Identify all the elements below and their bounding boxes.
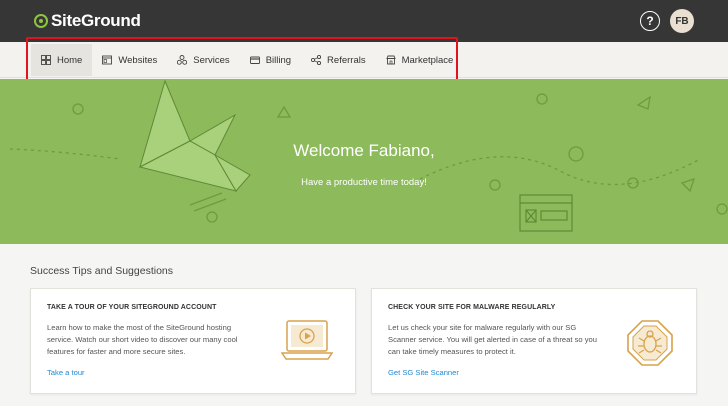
card-body: Let us check your site for malware regul…	[388, 323, 597, 356]
malware-bug-icon	[627, 320, 673, 366]
nav-label-referrals: Referrals	[327, 54, 366, 66]
nav-label-marketplace: Marketplace	[401, 54, 454, 66]
nav-items: Home Websites Services Billing Referrals…	[31, 44, 463, 76]
paper-crane-icon	[138, 79, 251, 192]
logo-text: SiteGround	[51, 11, 141, 30]
take-a-tour-link[interactable]: Take a tour	[47, 368, 85, 377]
billing-card-icon	[249, 56, 260, 64]
tip-card-malware: CHECK YOUR SITE FOR MALWARE REGULARLY Le…	[371, 288, 697, 394]
hero-decoration	[9, 79, 728, 232]
card-body: Learn how to make the most of the SiteGr…	[47, 323, 238, 356]
nav-label-home: Home	[57, 54, 83, 66]
nav-item-services[interactable]: Services	[167, 44, 239, 76]
card-title: TAKE A TOUR OF YOUR SITEGROUND ACCOUNT	[47, 304, 217, 311]
home-grid-icon	[41, 55, 51, 65]
welcome-subtitle: Have a productive time today!	[301, 177, 427, 188]
card-title: CHECK YOUR SITE FOR MALWARE REGULARLY	[388, 304, 556, 311]
get-sg-scanner-link[interactable]: Get SG Site Scanner	[388, 368, 459, 377]
nav-label-websites: Websites	[118, 54, 158, 66]
tip-card-tour: TAKE A TOUR OF YOUR SITEGROUND ACCOUNT L…	[30, 288, 356, 394]
logo-mark-icon	[34, 14, 48, 28]
welcome-title: Welcome Fabiano,	[293, 141, 435, 160]
nav-item-marketplace[interactable]: Marketplace	[376, 44, 464, 76]
top-bar: SiteGround ? FB	[0, 0, 728, 42]
nav-label-billing: Billing	[265, 54, 292, 66]
nav-item-websites[interactable]: Websites	[92, 44, 167, 76]
marketplace-icon	[385, 55, 396, 65]
nav-item-billing[interactable]: Billing	[240, 44, 301, 76]
services-icon	[177, 55, 188, 65]
user-avatar[interactable]: FB	[670, 9, 694, 33]
websites-icon	[102, 55, 113, 65]
siteground-logo[interactable]: SiteGround	[34, 11, 141, 31]
laptop-video-icon	[281, 320, 333, 360]
nav-item-home[interactable]: Home	[31, 44, 93, 76]
main-nav: Home Websites Services Billing Referrals…	[0, 42, 728, 78]
help-icon[interactable]: ?	[640, 11, 660, 31]
referrals-icon	[311, 55, 322, 65]
top-right-actions: ? FB	[640, 9, 694, 33]
nav-label-services: Services	[193, 54, 230, 66]
welcome-hero: Welcome Fabiano, Have a productive time …	[0, 79, 728, 244]
section-title: Success Tips and Suggestions	[30, 265, 174, 277]
browser-window-icon	[519, 194, 573, 232]
nav-item-referrals[interactable]: Referrals	[301, 44, 376, 76]
